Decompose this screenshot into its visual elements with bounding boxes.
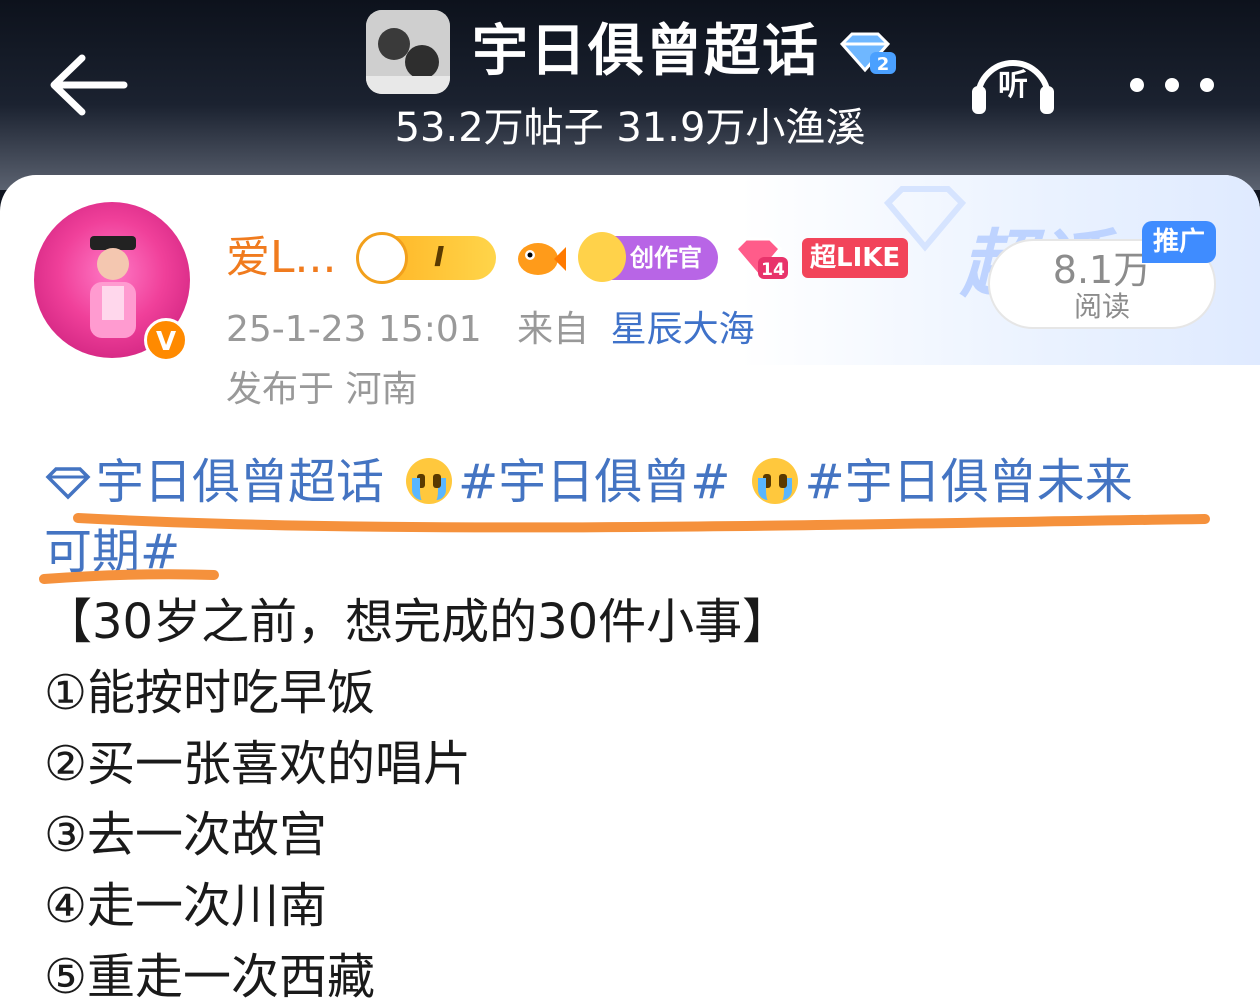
astronaut-icon <box>356 232 408 284</box>
list-item: ④走一次川南 <box>44 878 328 934</box>
user-avatar[interactable]: V <box>34 202 190 362</box>
topic-cover-image[interactable] <box>366 10 450 94</box>
list-item: ①能按时吃早饭 <box>44 665 376 721</box>
user-badges: I 创作官 14 超LIKE <box>356 232 909 284</box>
avatar-person-art <box>90 236 136 338</box>
listen-label: 听 <box>998 68 1028 103</box>
more-dot-icon <box>1130 78 1144 92</box>
creator-badge[interactable]: 创作官 <box>578 232 718 282</box>
post-meta: 25-1-23 15:01 来自 星辰大海 <box>226 307 755 353</box>
post-location: 发布于 河南 <box>226 369 418 410</box>
goldfish-icon[interactable] <box>510 235 566 281</box>
supertopic-level-icon[interactable]: 14 <box>732 235 788 281</box>
list-item: ③去一次故宫 <box>44 807 328 863</box>
list-item: ②买一张喜欢的唱片 <box>44 736 472 792</box>
promote-button[interactable]: 推广 <box>1142 221 1216 263</box>
topic-level-number: 2 <box>877 54 890 75</box>
more-dot-icon <box>1200 78 1214 92</box>
read-label: 阅读 <box>1073 290 1130 323</box>
fan-rank-level: I <box>434 240 445 273</box>
supertopic-level-number: 14 <box>761 260 785 280</box>
creator-badge-label: 创作官 <box>630 244 702 272</box>
more-dot-icon <box>1165 78 1179 92</box>
topic-level-icon: 2 <box>838 32 898 76</box>
list-item: ⑤重走一次西藏 <box>44 949 376 1005</box>
post-timestamp: 25-1-23 15:01 <box>226 309 482 350</box>
listen-button[interactable]: 听 <box>968 46 1058 118</box>
topic-stats: 53.2万帖子 31.9万小渔溪 <box>394 105 866 151</box>
more-options-button[interactable] <box>1130 68 1214 102</box>
creator-icon <box>578 232 626 282</box>
topic-cover-art <box>366 10 450 94</box>
super-like-badge[interactable]: 超LIKE <box>802 238 909 278</box>
post-heading: 【30岁之前，想完成的30件小事】 <box>44 594 791 650</box>
post-card: 超话 V 爱L... I 创作官 <box>0 175 1260 1007</box>
topic-title[interactable]: 宇日俱曾超话 <box>472 16 820 88</box>
orange-underline-annotation <box>39 513 1210 584</box>
verified-badge-icon: V <box>144 318 188 362</box>
source-link[interactable]: 星辰大海 <box>611 309 755 350</box>
user-name[interactable]: 爱L... <box>226 230 336 286</box>
source-prefix: 来自 <box>517 309 590 350</box>
topic-header: 宇日俱曾超话 2 53.2万帖子 31.9万小渔溪 听 <box>0 0 1260 190</box>
fan-rank-badge[interactable]: I <box>356 232 496 284</box>
